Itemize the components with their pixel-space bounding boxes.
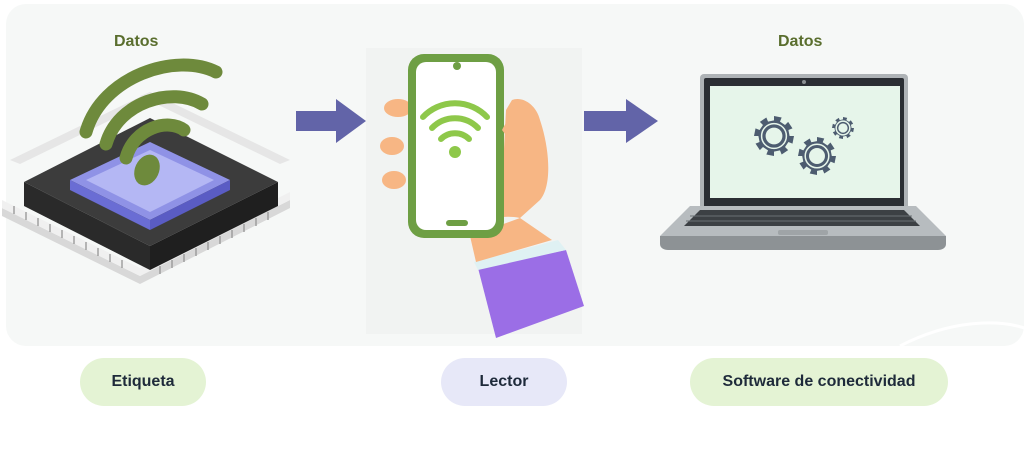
data-label-left: Datos (114, 33, 159, 50)
phone-screen (416, 62, 496, 230)
phone-reader-icon (366, 48, 584, 338)
step-label-tag: Etiqueta (111, 373, 175, 390)
step-label-reader: Lector (479, 373, 529, 390)
step-pill-reader: Lector (441, 358, 567, 406)
gear-icon-large (754, 116, 794, 156)
step-pill-tag: Etiqueta (80, 358, 206, 406)
step-label-software: Software de conectividad (722, 373, 916, 390)
data-label-right: Datos (778, 33, 823, 50)
laptop-gears-icon (660, 74, 946, 250)
rfid-diagram: Datos Datos Etiqueta Lector Software de … (0, 0, 1030, 452)
step-pill-software: Software de conectividad (690, 358, 948, 406)
